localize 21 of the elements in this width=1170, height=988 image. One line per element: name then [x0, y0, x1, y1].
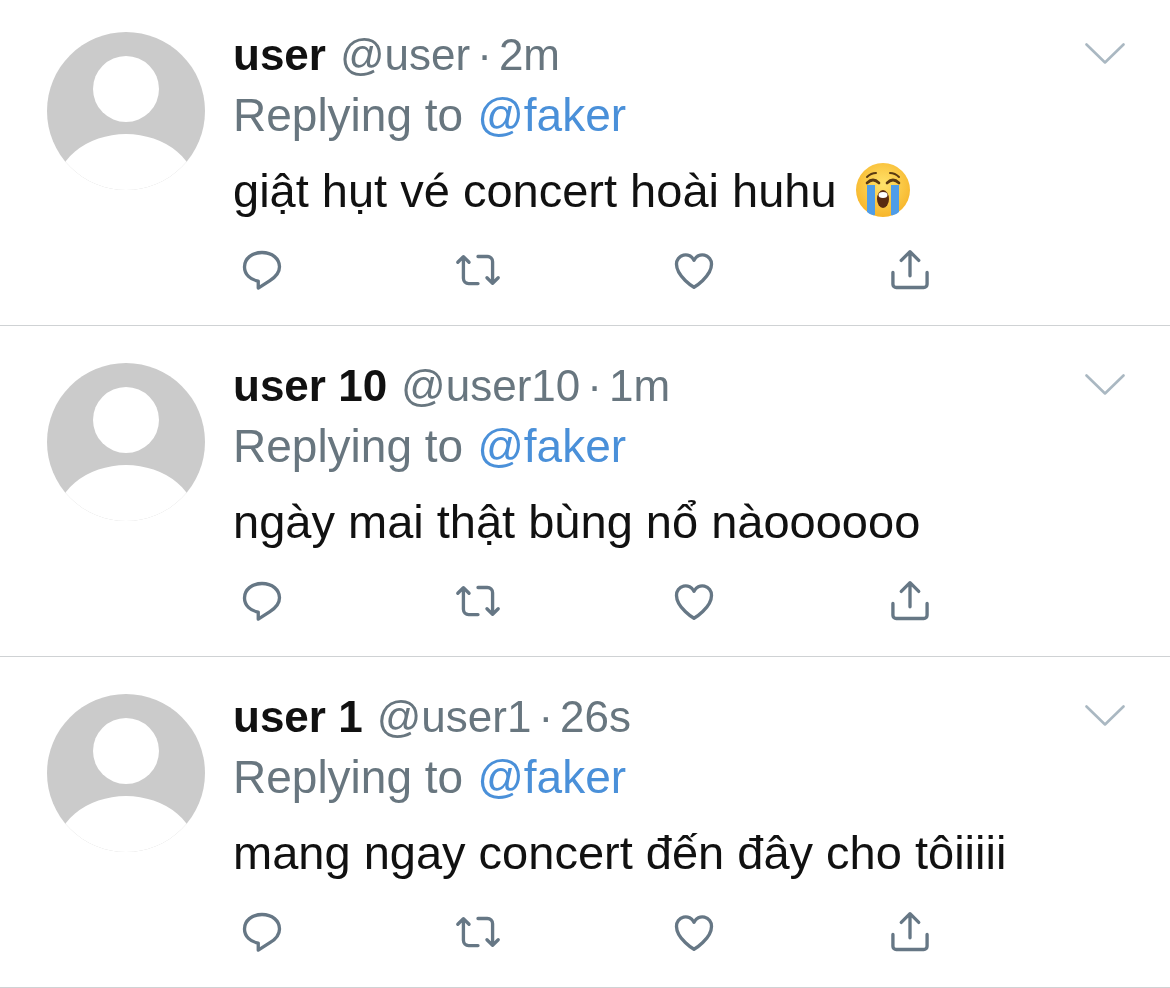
timestamp: 26s: [560, 692, 631, 742]
replying-to-label: Replying to: [233, 751, 464, 803]
mention-link[interactable]: @faker: [477, 89, 627, 141]
mention-link[interactable]: @faker: [477, 751, 627, 803]
timestamp: 2m: [498, 30, 560, 80]
mention-link[interactable]: @faker: [477, 420, 627, 472]
user-handle: @user1: [376, 692, 532, 742]
display-name: user: [233, 30, 326, 80]
separator-dot: ·: [538, 692, 554, 742]
tweet-text: mang ngay concert đến đây cho tôiiiii: [233, 824, 1007, 880]
replying-to-label: Replying to: [233, 420, 464, 472]
replying-to-label: Replying to: [233, 89, 464, 141]
separator-dot: ·: [587, 361, 602, 411]
user-handle: @user10: [401, 361, 581, 411]
user-handle: @user: [339, 30, 471, 80]
display-name: user 1: [233, 692, 363, 742]
timestamp: 1m: [608, 361, 671, 411]
tweet-text: giật hụt vé concert hoài huhu: [233, 162, 837, 218]
tweet-text: ngày mai thật bùng nổ nàoooooo: [233, 493, 921, 549]
display-name: user 10: [233, 361, 388, 411]
separator-dot: ·: [477, 30, 492, 80]
